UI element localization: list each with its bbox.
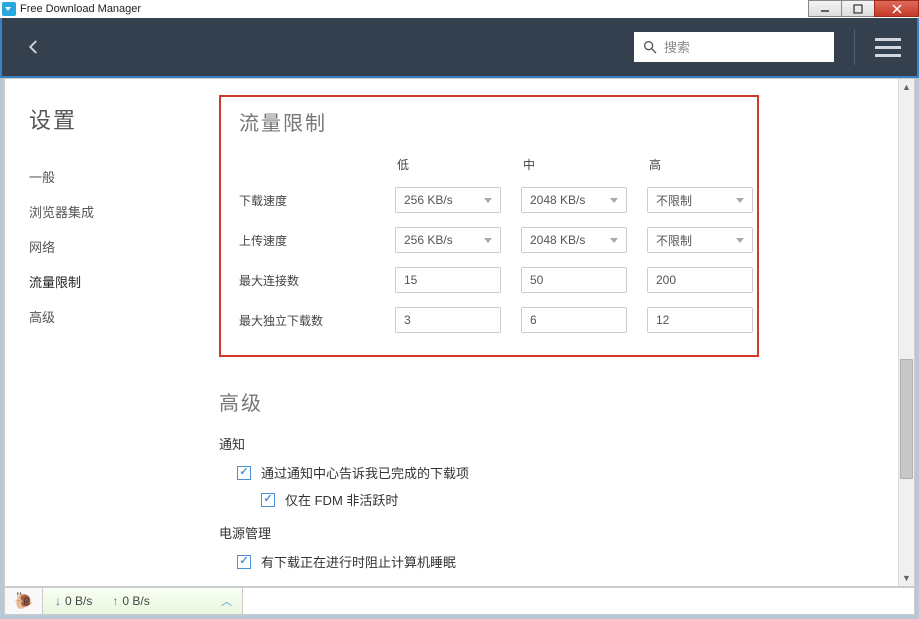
row-max-conn-label: 最大连接数 <box>239 272 389 289</box>
power-header: 电源管理 <box>219 523 884 542</box>
hamburger-icon <box>875 38 901 41</box>
notify-header: 通知 <box>219 434 884 453</box>
page-title: 设置 <box>29 103 205 135</box>
app-toolbar <box>0 18 919 78</box>
col-mid: 中 <box>521 156 641 173</box>
minimize-button[interactable] <box>808 0 842 17</box>
prevent-sleep-row[interactable]: 有下载正在进行时阻止计算机睡眠 <box>237 552 884 571</box>
prevent-sleep-label: 有下载正在进行时阻止计算机睡眠 <box>261 552 456 571</box>
prevent-sleep-checkbox[interactable] <box>237 555 251 569</box>
row-max-dl-label: 最大独立下载数 <box>239 312 389 329</box>
upload-speed-high-select[interactable]: 不限制 <box>647 227 753 253</box>
status-bar: 🐌 ↓ 0 B/s ↑ 0 B/s ︿ <box>4 587 915 615</box>
content-scrollbar[interactable]: ▲ ▼ <box>898 79 914 586</box>
scroll-up-icon[interactable]: ▲ <box>899 79 914 95</box>
notify-inactive-checkbox[interactable] <box>261 493 275 507</box>
app-icon <box>2 2 16 16</box>
close-button[interactable] <box>874 0 919 17</box>
upload-speed-status: ↑ 0 B/s <box>112 594 149 608</box>
notify-done-checkbox[interactable] <box>237 466 251 480</box>
row-upload-speed-label: 上传速度 <box>239 232 389 249</box>
search-input[interactable] <box>664 40 826 55</box>
back-button[interactable] <box>18 31 50 63</box>
max-dl-high-input[interactable] <box>647 307 753 333</box>
snail-icon: 🐌 <box>14 591 34 611</box>
window-title: Free Download Manager <box>20 3 141 15</box>
scroll-down-icon[interactable]: ▼ <box>899 570 914 586</box>
max-conn-mid-input[interactable] <box>521 267 627 293</box>
arrow-up-icon: ↑ <box>112 594 118 608</box>
chevron-up-icon: ︿ <box>221 593 232 609</box>
download-speed-high-select[interactable]: 不限制 <box>647 187 753 213</box>
settings-content: 流量限制 低 中 高 下载速度 256 KB/s 2048 KB/s 不限制 上… <box>205 79 914 586</box>
notify-inactive-label: 仅在 FDM 非活跃时 <box>285 490 398 509</box>
search-box[interactable] <box>634 32 834 62</box>
window-titlebar: Free Download Manager <box>0 0 919 18</box>
sidebar-item-browser[interactable]: 浏览器集成 <box>29 194 205 229</box>
sidebar-item-general[interactable]: 一般 <box>29 159 205 194</box>
section-title-advanced: 高级 <box>219 387 884 416</box>
upload-speed-mid-select[interactable]: 2048 KB/s <box>521 227 627 253</box>
notify-done-row[interactable]: 通过通知中心告诉我已完成的下载项 <box>237 463 884 482</box>
toolbar-divider <box>854 29 855 65</box>
upload-speed-low-select[interactable]: 256 KB/s <box>395 227 501 253</box>
max-dl-low-input[interactable] <box>395 307 501 333</box>
col-low: 低 <box>395 156 515 173</box>
advanced-section: 高级 通知 通过通知中心告诉我已完成的下载项 仅在 FDM 非活跃时 电源管理 … <box>219 387 884 571</box>
menu-button[interactable] <box>875 34 901 60</box>
sidebar-item-network[interactable]: 网络 <box>29 229 205 264</box>
sidebar-item-advanced[interactable]: 高级 <box>29 299 205 334</box>
snail-mode-button[interactable]: 🐌 <box>5 588 43 614</box>
settings-sidebar: 设置 一般 浏览器集成 网络 流量限制 高级 <box>5 79 205 586</box>
max-conn-high-input[interactable] <box>647 267 753 293</box>
download-speed-low-select[interactable]: 256 KB/s <box>395 187 501 213</box>
speed-panel[interactable]: ↓ 0 B/s ↑ 0 B/s ︿ <box>43 588 243 614</box>
scroll-thumb[interactable] <box>900 359 913 479</box>
chevron-left-icon <box>25 38 43 56</box>
main-area: 设置 一般 浏览器集成 网络 流量限制 高级 流量限制 低 中 高 下载速度 2… <box>4 78 915 587</box>
max-dl-mid-input[interactable] <box>521 307 627 333</box>
col-high: 高 <box>647 156 757 173</box>
sidebar-item-traffic[interactable]: 流量限制 <box>29 264 205 299</box>
section-title-traffic: 流量限制 <box>239 107 739 136</box>
notify-done-label: 通过通知中心告诉我已完成的下载项 <box>261 463 469 482</box>
download-speed-status: ↓ 0 B/s <box>55 594 92 608</box>
row-download-speed-label: 下载速度 <box>239 192 389 209</box>
search-icon <box>642 39 658 55</box>
download-speed-mid-select[interactable]: 2048 KB/s <box>521 187 627 213</box>
max-conn-low-input[interactable] <box>395 267 501 293</box>
maximize-button[interactable] <box>841 0 875 17</box>
arrow-down-icon: ↓ <box>55 594 61 608</box>
notify-inactive-row[interactable]: 仅在 FDM 非活跃时 <box>261 490 884 509</box>
traffic-limit-section: 流量限制 低 中 高 下载速度 256 KB/s 2048 KB/s 不限制 上… <box>219 95 759 357</box>
